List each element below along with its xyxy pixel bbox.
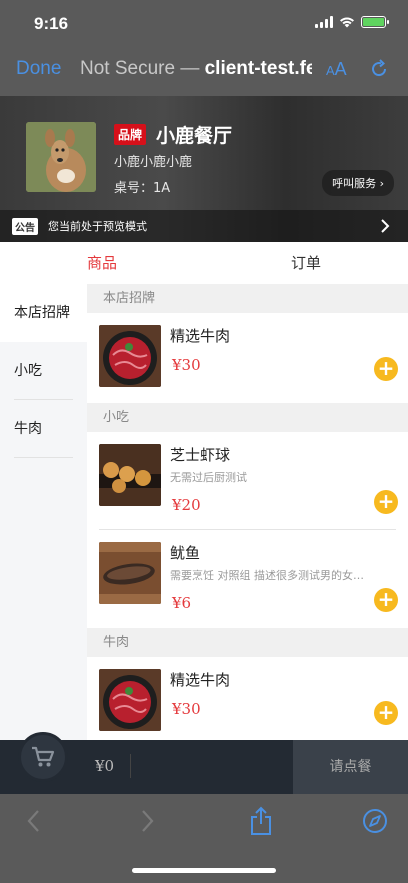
list-item[interactable]: 精选牛肉 ¥30 + [87,657,408,740]
add-to-cart-button[interactable]: + [374,490,398,514]
notice-text: 您当前处于预览模式 [48,220,147,233]
item-name: 精选牛肉 [170,327,231,345]
shop-subtitle: 小鹿小鹿小鹿 [114,155,193,170]
item-price: ¥30 [172,700,201,718]
add-to-cart-button[interactable]: + [374,357,398,381]
list-item[interactable]: 精选牛肉 ¥30 + [87,313,408,403]
section-header: 牛肉 [87,628,408,657]
table-number: 桌号：1A [114,181,171,196]
signal-icon [315,16,333,28]
food-image [99,325,161,387]
cart-total: ¥0 [95,757,115,775]
brand-badge: 品牌 [114,124,147,145]
section-header: 本店招牌 [87,284,408,313]
food-image [99,669,161,731]
sidebar-item-snacks[interactable]: 小吃 [0,342,87,400]
battery-icon [361,16,389,28]
food-image [99,444,161,506]
chevron-right-icon [381,219,390,233]
item-price: ¥30 [172,356,201,374]
address-bar[interactable]: Not Secure — client-test.fe [80,58,312,80]
url-host: client-test.fe [204,58,312,79]
item-price: ¥6 [172,594,192,612]
food-image [99,542,161,604]
call-service-button[interactable]: 呼叫服务 › [322,170,394,196]
item-name: 芝士虾球 [170,446,231,464]
compass-icon[interactable] [362,808,388,834]
item-name: 鱿鱼 [170,544,201,562]
list-item[interactable]: 鱿鱼 需要烹饪 对照组 描述很多测试男的女… ¥6 + [87,530,408,628]
sidebar-item-beef[interactable]: 牛肉 [0,400,87,458]
tab-bar: 商品 订单 [0,242,408,284]
wifi-icon [340,17,354,28]
sidebar-item-label: 本店招牌 [14,305,70,321]
forward-icon[interactable] [137,808,157,834]
shop-banner: 品牌 小鹿餐厅 小鹿小鹿小鹿 桌号：1A 呼叫服务 › 公告 您当前处于预览模式 [0,96,408,242]
text-size-large-label: A [334,59,347,79]
security-label: Not Secure — [80,58,200,79]
status-icons [315,16,389,28]
item-name: 精选牛肉 [170,671,231,689]
tab-products[interactable]: 商品 [0,242,204,284]
cart-button[interactable] [18,732,68,782]
done-button[interactable]: Done [16,58,61,80]
place-order-button[interactable]: 请点餐 [293,740,408,794]
text-size-button[interactable]: AA [326,59,347,80]
category-sidebar: 本店招牌 小吃 牛肉 [0,284,87,740]
shop-avatar [26,122,96,192]
menu-list[interactable]: 本店招牌 精选牛肉 ¥30 + 小吃 芝士虾球 无需过后厨测试 ¥20 + 鱿鱼… [87,284,408,740]
browser-toolbar [0,794,408,883]
cart-icon [32,746,55,767]
notice-bar[interactable]: 公告 您当前处于预览模式 [0,210,408,242]
reload-icon[interactable] [368,58,390,80]
sidebar-item-signature[interactable]: 本店招牌 [0,284,87,342]
share-icon[interactable] [249,806,273,836]
back-icon[interactable] [24,808,44,834]
sidebar-item-label: 牛肉 [14,421,42,437]
shop-name: 小鹿餐厅 [156,125,233,147]
status-time: 9:16 [34,14,69,33]
browser-chrome: 9:16 Done Not Secure — client-test.fe AA [0,0,408,96]
item-price: ¥20 [172,496,201,514]
text-size-small-label: A [326,63,335,78]
add-to-cart-button[interactable]: + [374,701,398,725]
cart-bar: ¥0 请点餐 [0,732,408,794]
item-description: 需要烹饪 对照组 描述很多测试男的女… [170,569,364,582]
home-indicator [132,868,276,873]
list-item[interactable]: 芝士虾球 无需过后厨测试 ¥20 + [87,432,408,530]
tab-orders[interactable]: 订单 [204,242,408,284]
sidebar-item-label: 小吃 [14,363,42,379]
item-description: 无需过后厨测试 [170,471,247,484]
add-to-cart-button[interactable]: + [374,588,398,612]
notice-tag: 公告 [12,217,38,235]
section-header: 小吃 [87,403,408,432]
